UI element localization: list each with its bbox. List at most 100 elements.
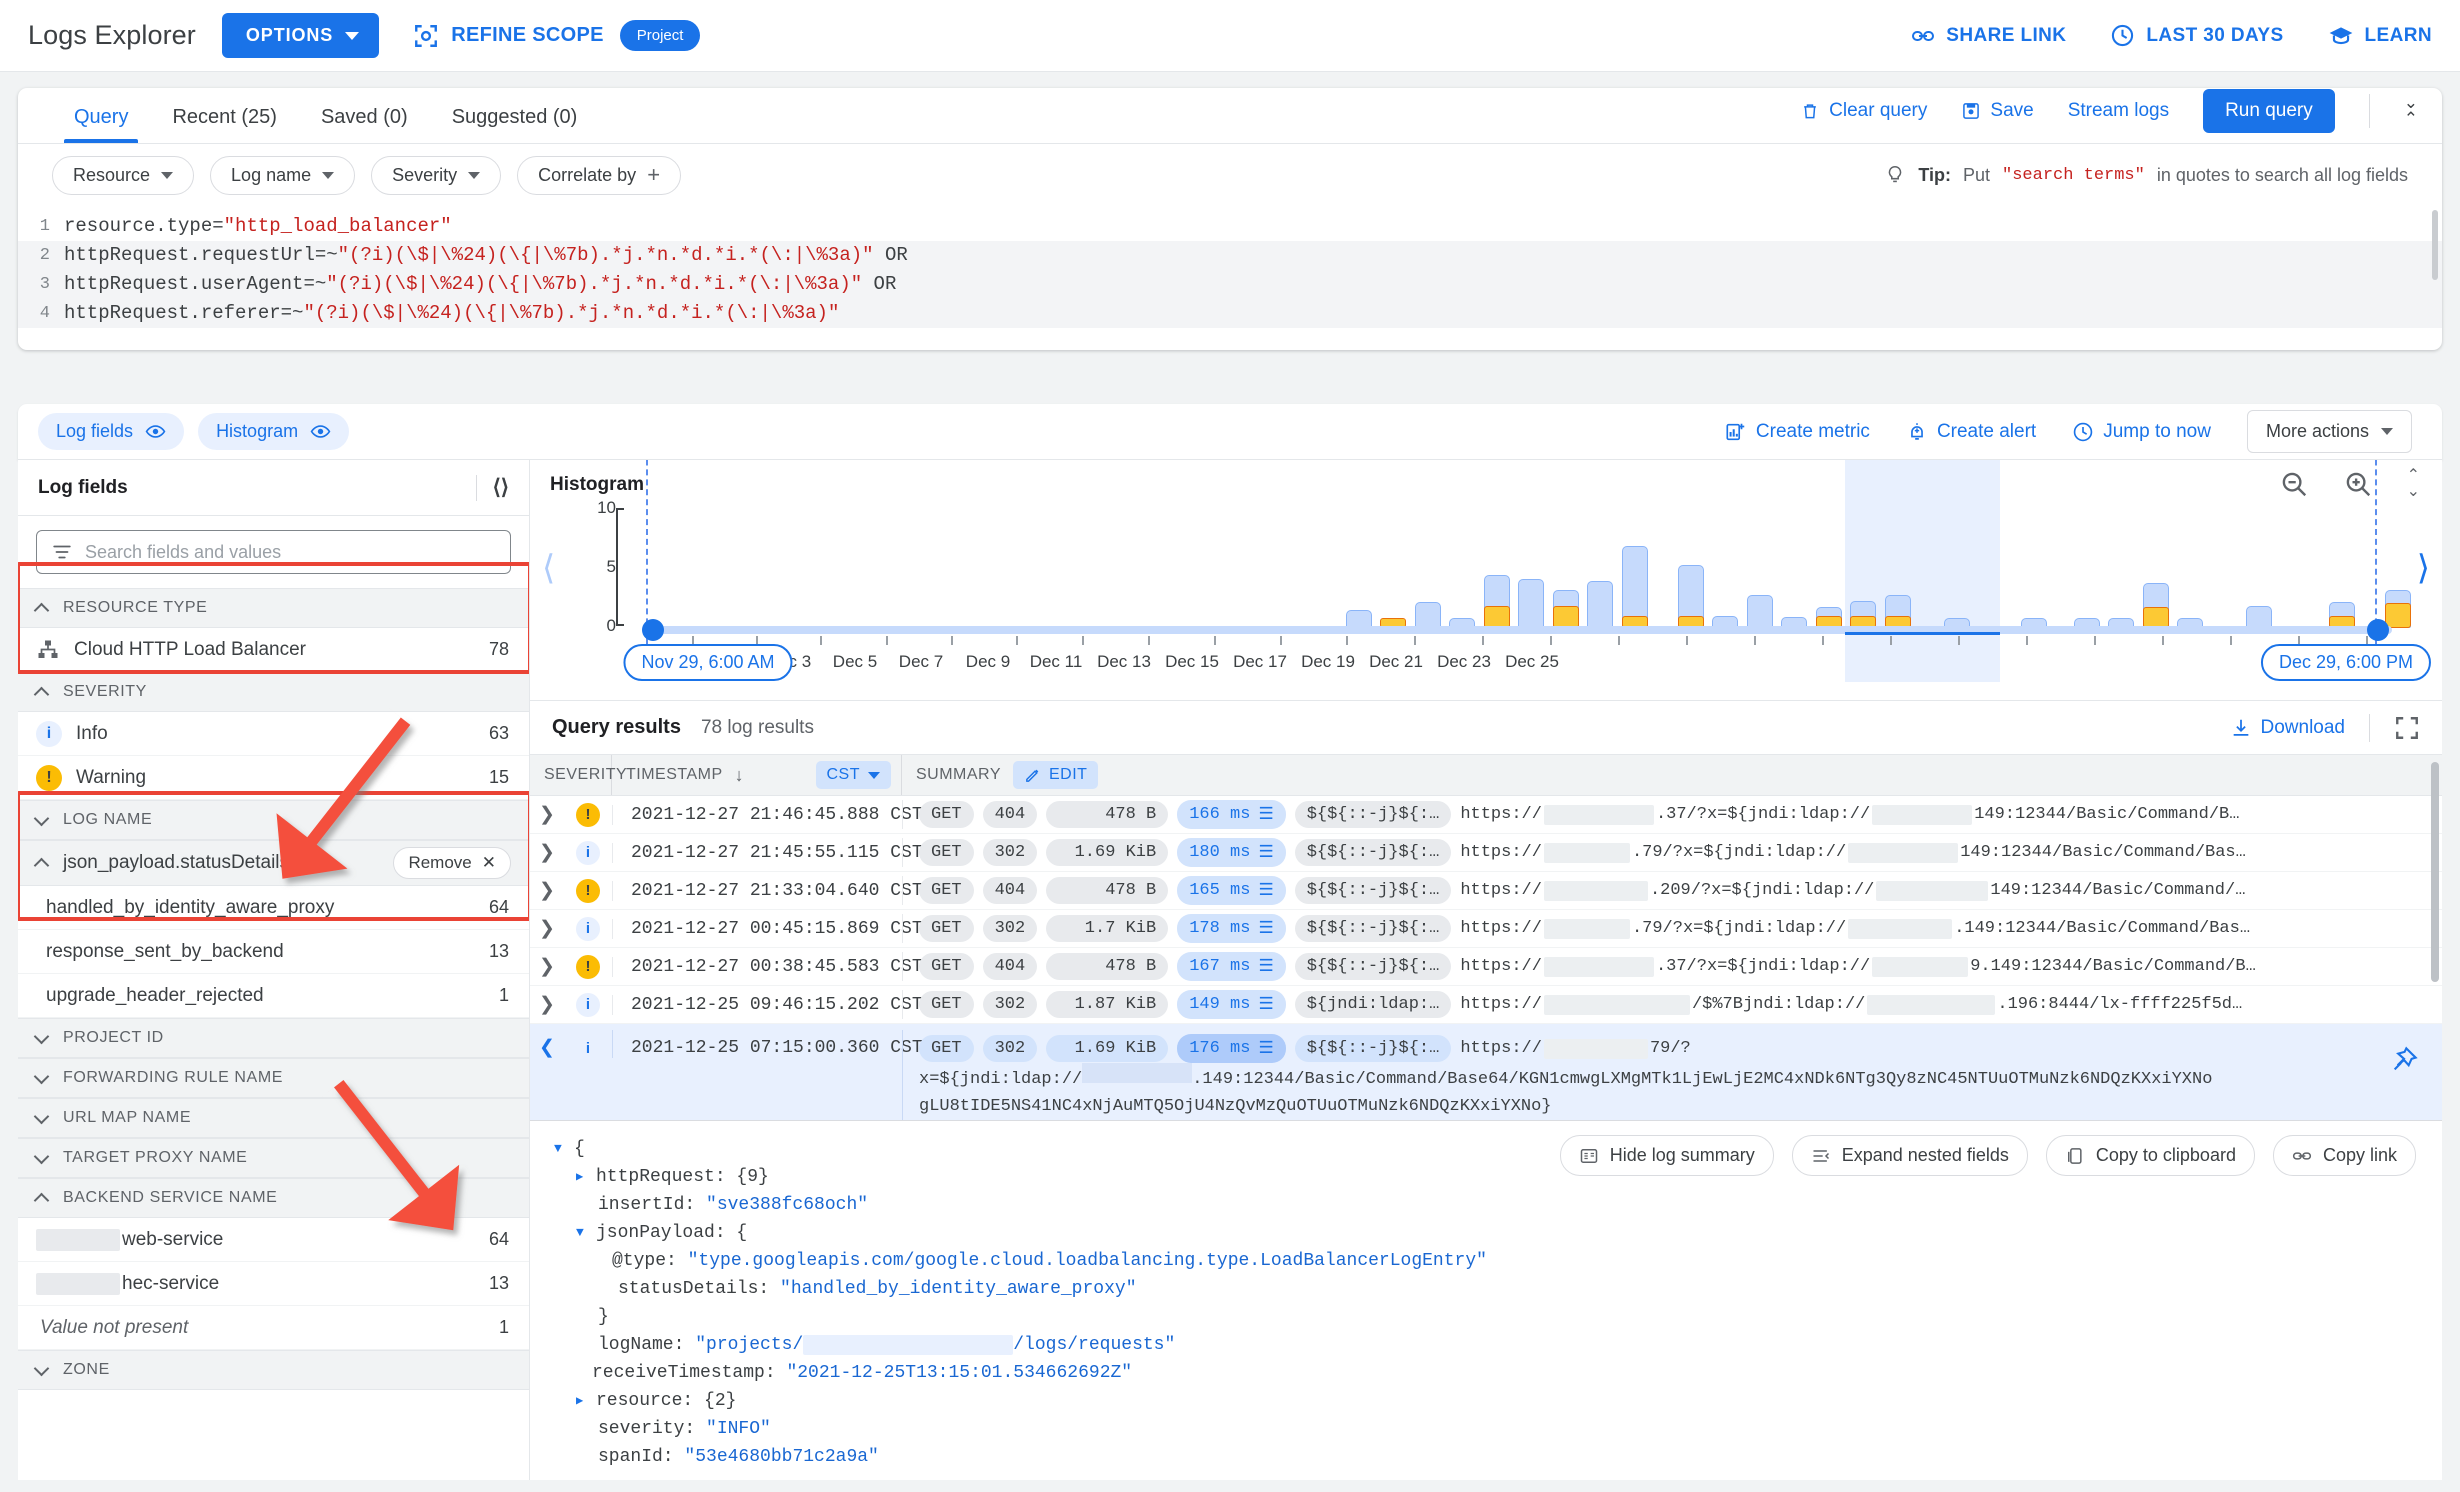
expand-row-icon[interactable]: ❯: [530, 993, 564, 1016]
save-query-button[interactable]: Save: [1961, 100, 2034, 122]
histogram-resize-toggle[interactable]: ⌃ ⌄: [2407, 468, 2420, 500]
query-code-line[interactable]: 3 httpRequest.userAgent=~"(?i)(\$|\%24)(…: [18, 270, 2442, 299]
y-tick-5: 5: [606, 557, 616, 576]
column-header-timestamp[interactable]: TIMESTAMP ↓ CST: [612, 755, 902, 795]
histogram-end-time-pill[interactable]: Dec 29, 6:00 PM: [2260, 644, 2432, 681]
tab-query[interactable]: Query: [52, 106, 150, 143]
table-row[interactable]: ❯ i 2021-12-25 09:46:15.202 CST GET 302 …: [530, 986, 2442, 1024]
sidebar-section-url-map-name[interactable]: URL MAP NAME: [18, 1098, 529, 1138]
collapse-row-icon[interactable]: ❮: [530, 1030, 564, 1059]
zoom-out-icon[interactable]: [2279, 469, 2309, 499]
field-value-web-service[interactable]: web-service 64: [18, 1218, 529, 1262]
search-input[interactable]: Search fields and values: [36, 530, 511, 574]
histogram-toggle[interactable]: Histogram: [198, 413, 350, 450]
query-code-line[interactable]: 1 resource.type="http_load_balancer": [18, 212, 2442, 241]
histogram-timeline[interactable]: Dec 3 Dec 5 Dec 7 Dec 9 Dec 11 Dec 13 De…: [623, 619, 2432, 681]
download-button[interactable]: Download: [2230, 717, 2345, 739]
field-value-cloud-http-load-balancer[interactable]: Cloud HTTP Load Balancer 78: [18, 628, 529, 672]
table-row[interactable]: ❯ ! 2021-12-27 21:33:04.640 CST GET 404 …: [530, 872, 2442, 910]
tab-suggested[interactable]: Suggested (0): [430, 106, 600, 143]
tab-saved[interactable]: Saved (0): [299, 106, 430, 143]
filter-chip-correlate-by-label: Correlate by: [538, 164, 637, 185]
table-row[interactable]: ❯ i 2021-12-27 00:45:15.869 CST GET 302 …: [530, 910, 2442, 948]
timezone-selector[interactable]: CST: [815, 761, 891, 789]
tab-recent[interactable]: Recent (25): [150, 106, 299, 143]
expand-row-icon[interactable]: ❯: [530, 917, 564, 940]
sidebar-section-backend-service-name[interactable]: BACKEND SERVICE NAME: [18, 1178, 529, 1218]
field-value-handled-by-identity-aware-proxy[interactable]: handled_by_identity_aware_proxy 64: [18, 886, 529, 930]
json-line-jsonpayload[interactable]: ▼ jsonPayload: {: [530, 1219, 2442, 1247]
query-code-line[interactable]: 2 httpRequest.requestUrl=~"(?i)(\$|\%24)…: [18, 241, 2442, 270]
table-row[interactable]: ❯ ! 2021-12-27 21:46:45.888 CST GET 404 …: [530, 796, 2442, 834]
options-button[interactable]: OPTIONS: [221, 13, 380, 58]
jump-to-now-button[interactable]: Jump to now: [2072, 421, 2211, 443]
edit-summary-button[interactable]: EDIT: [1013, 761, 1099, 789]
field-value-warning[interactable]: ! Warning 15: [18, 756, 529, 800]
sidebar-section-project-id[interactable]: PROJECT ID: [18, 1018, 529, 1058]
timeline-handle-start[interactable]: [642, 619, 664, 641]
trash-icon: [1804, 104, 1817, 119]
filter-chip-correlate-by[interactable]: Correlate by +: [517, 155, 682, 195]
field-value-not-present[interactable]: Value not present 1: [18, 1306, 529, 1350]
table-row[interactable]: ❯ i 2021-12-27 21:45:55.115 CST GET 302 …: [530, 834, 2442, 872]
filter-chip-resource[interactable]: Resource: [52, 155, 195, 195]
learn-button[interactable]: LEARN: [2328, 23, 2432, 49]
log-fields-toggle[interactable]: Log fields: [38, 413, 185, 450]
filter-chip-log-name[interactable]: Log name: [210, 155, 356, 195]
run-query-button[interactable]: Run query: [2203, 89, 2335, 133]
chevron-down-icon: [2381, 428, 2393, 435]
expand-row-icon[interactable]: ❯: [530, 803, 564, 826]
stream-logs-button[interactable]: Stream logs: [2068, 100, 2169, 122]
table-row-expanded[interactable]: ❮ i 2021-12-25 07:15:00.360 CST GET 302 …: [530, 1024, 2442, 1121]
sidebar-search-wrap: Search fields and values: [18, 516, 529, 588]
query-code-line[interactable]: 4 httpRequest.referer=~"(?i)(\$|\%24)(\{…: [18, 299, 2442, 328]
create-alert-button[interactable]: Create alert: [1906, 421, 2036, 443]
query-editor[interactable]: 1 resource.type="http_load_balancer" 2 h…: [18, 206, 2442, 350]
expand-row-icon[interactable]: ❯: [530, 841, 564, 864]
scope-chip[interactable]: Project: [619, 20, 701, 51]
expand-row-icon[interactable]: ❯: [530, 955, 564, 978]
sidebar-section-log-name[interactable]: LOG NAME: [18, 800, 529, 840]
sidebar-section-json-payload-statusdetails[interactable]: json_payload.statusDetails Remove ✕: [18, 840, 529, 886]
histogram-start-time-pill[interactable]: Nov 29, 6:00 AM: [623, 644, 793, 681]
sidebar-section-forwarding-rule-name[interactable]: FORWARDING RULE NAME: [18, 1058, 529, 1098]
editor-scrollbar[interactable]: [2432, 210, 2438, 280]
field-value-response-sent-by-backend[interactable]: response_sent_by_backend 13: [18, 930, 529, 974]
create-metric-button[interactable]: Create metric: [1725, 421, 1870, 443]
zoom-in-icon[interactable]: [2343, 469, 2373, 499]
hide-log-summary-button[interactable]: Hide log summary: [1559, 1135, 1774, 1176]
refine-scope-button[interactable]: REFINE SCOPE: [413, 23, 604, 49]
sidebar-section-zone[interactable]: ZONE: [18, 1350, 529, 1390]
expand-row-icon[interactable]: ❯: [530, 879, 564, 902]
collapse-sidebar-icon[interactable]: ⟨⟩: [493, 475, 509, 500]
more-actions-button[interactable]: More actions: [2246, 410, 2412, 453]
field-value-hec-service[interactable]: hec-service 13: [18, 1262, 529, 1306]
expand-nested-fields-button[interactable]: Expand nested fields: [1791, 1135, 2028, 1176]
clear-query-button[interactable]: Clear query: [1800, 100, 1927, 122]
filter-chip-severity[interactable]: Severity: [371, 155, 502, 195]
share-link-button[interactable]: SHARE LINK: [1911, 24, 2066, 48]
sidebar-section-severity[interactable]: SEVERITY: [18, 672, 529, 712]
timeline-handle-end[interactable]: [2367, 619, 2389, 641]
field-value-upgrade-header-rejected[interactable]: upgrade_header_rejected 1: [18, 974, 529, 1018]
copy-to-clipboard-button[interactable]: Copy to clipboard: [2045, 1135, 2255, 1176]
fullscreen-icon[interactable]: [2394, 715, 2420, 741]
latency-bars-icon: ☰: [1258, 1040, 1274, 1059]
row-method: GET: [919, 915, 974, 942]
json-line-insertid: insertId: "sve388fc68och": [598, 1195, 869, 1215]
table-row[interactable]: ❯ ! 2021-12-27 00:38:45.583 CST GET 404 …: [530, 948, 2442, 986]
results-scrollbar[interactable]: [2431, 762, 2439, 982]
histogram-prev-arrow[interactable]: ⟨: [542, 548, 555, 588]
field-value-info[interactable]: i Info 63: [18, 712, 529, 756]
latency-bars-icon: ☰: [1258, 806, 1274, 825]
sidebar-section-resource-type[interactable]: RESOURCE TYPE: [18, 588, 529, 628]
x-tick-label: Dec 21: [1369, 652, 1423, 671]
copy-link-button[interactable]: Copy link: [2272, 1135, 2416, 1176]
histogram-next-arrow[interactable]: ⟩: [2417, 548, 2430, 588]
pin-icon[interactable]: [2390, 1046, 2418, 1074]
time-range-button[interactable]: LAST 30 DAYS: [2110, 23, 2283, 48]
remove-field-button[interactable]: Remove ✕: [393, 847, 511, 879]
collapse-expand-toggle[interactable]: ⌄ ⌃: [2404, 94, 2418, 127]
sidebar-section-target-proxy-name[interactable]: TARGET PROXY NAME: [18, 1138, 529, 1178]
json-line-resource[interactable]: ▶ resource: {2}: [530, 1387, 2442, 1415]
